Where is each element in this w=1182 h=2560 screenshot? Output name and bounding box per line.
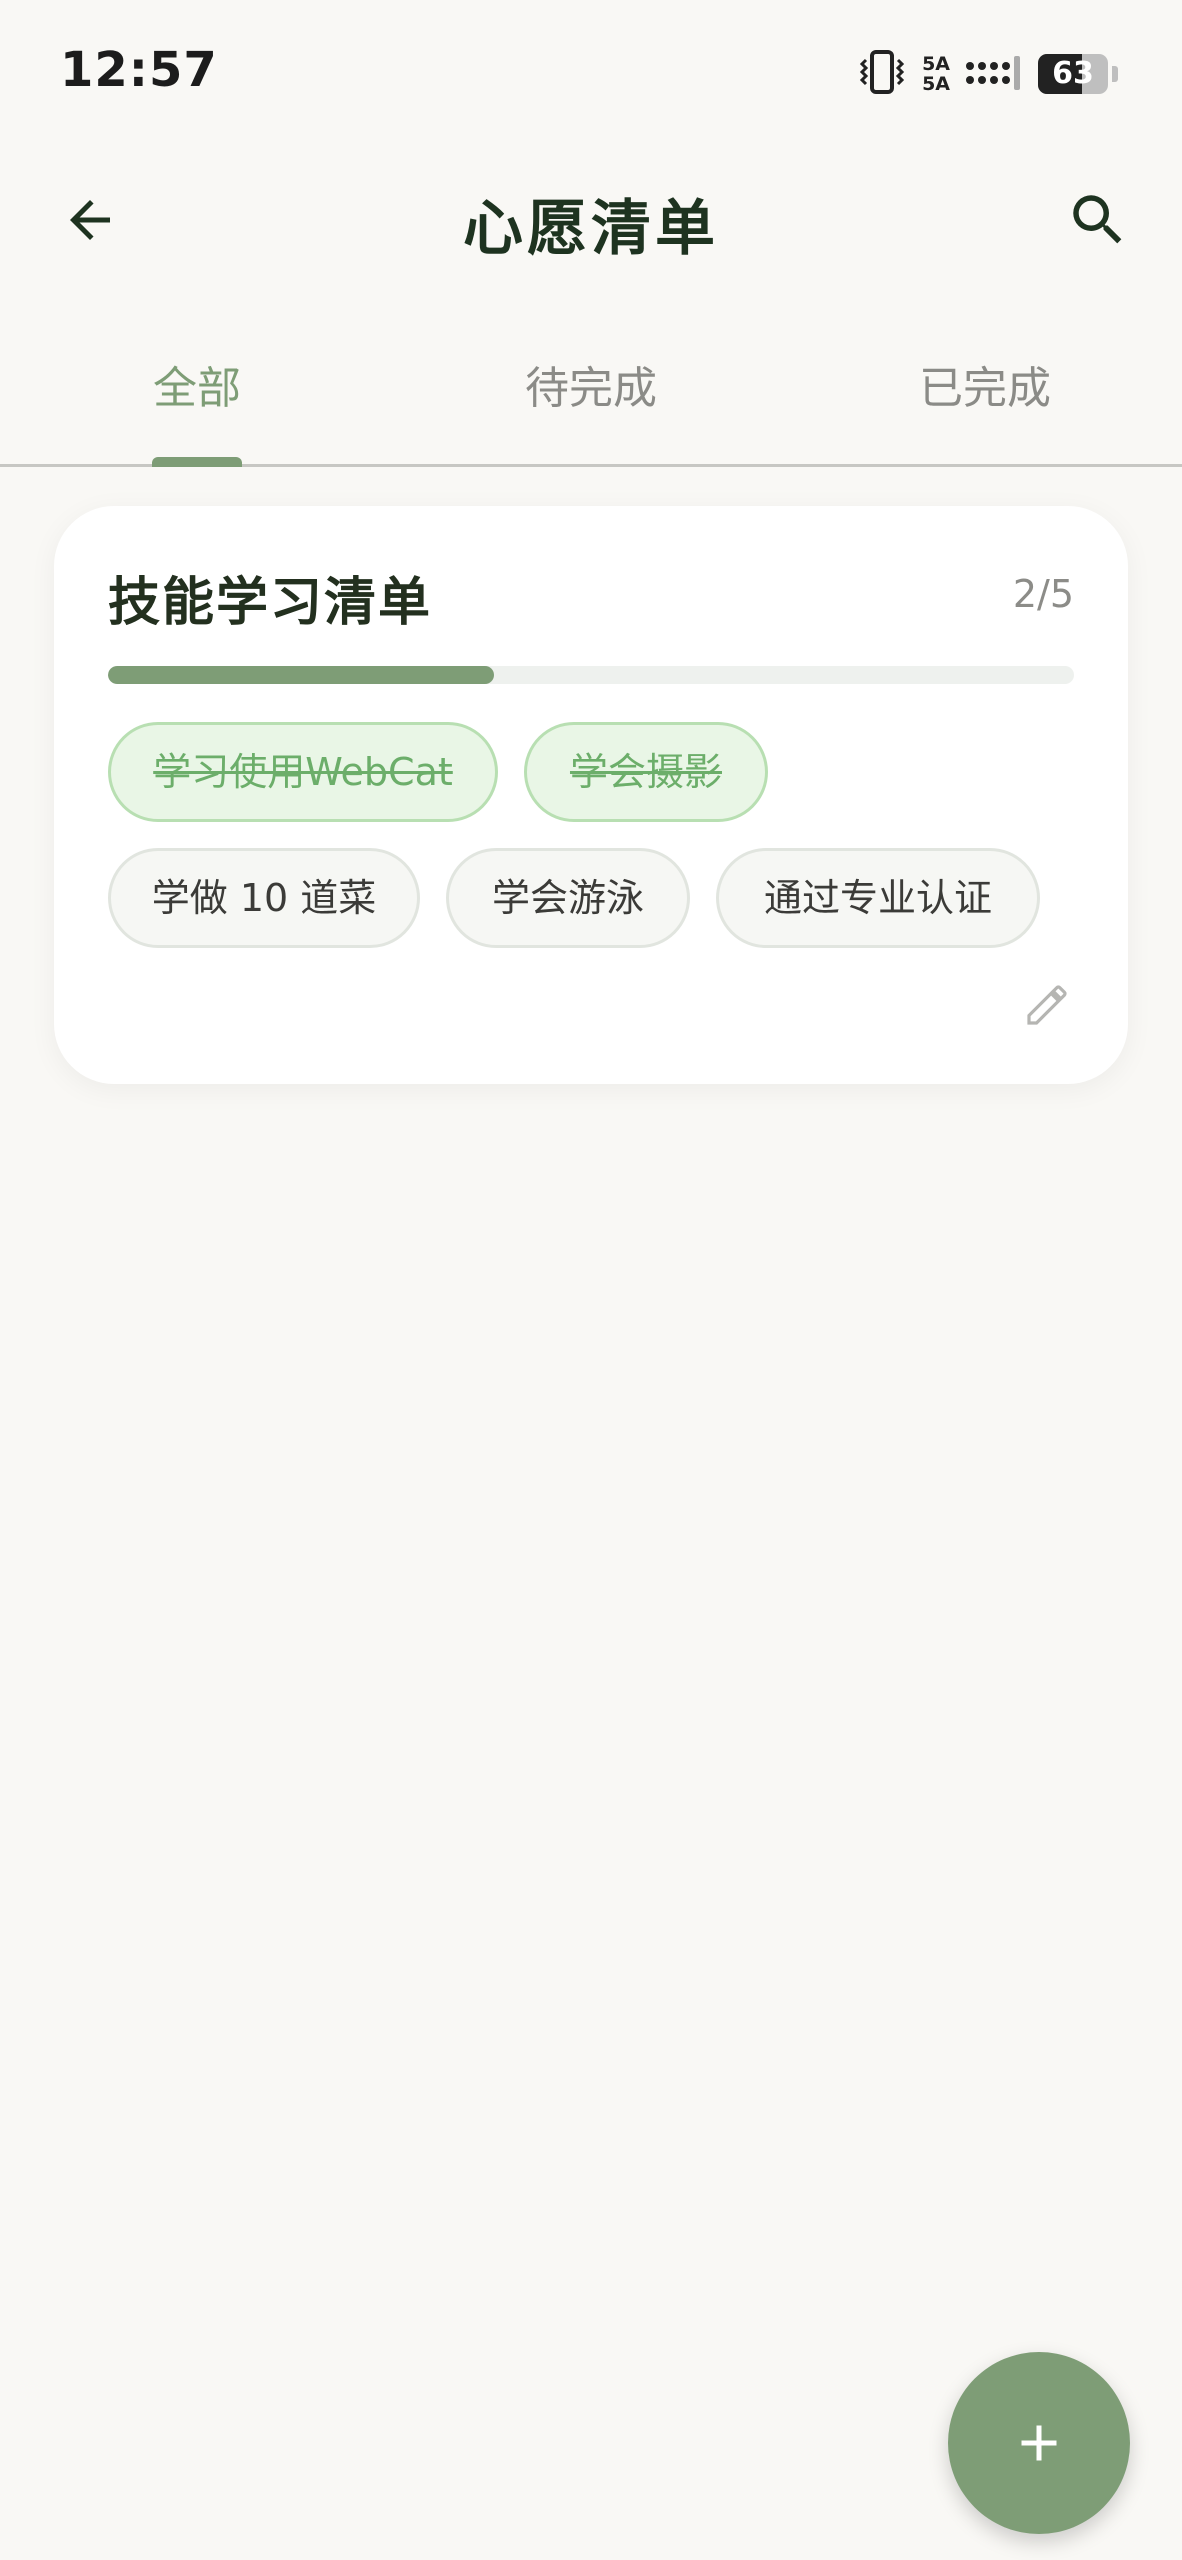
tab-pending[interactable]: 待完成 [394, 352, 788, 416]
network-type-label: 5A 5A [922, 53, 950, 95]
signal-icon [964, 52, 1024, 96]
battery-tip [1112, 66, 1118, 82]
progress-bar [108, 666, 1074, 684]
page-title: 心愿清单 [463, 194, 719, 264]
tab-indicator [152, 457, 242, 467]
status-time: 12:57 [60, 42, 218, 98]
tab-bar: 全部 待完成 已完成 [0, 330, 1182, 467]
card-title: 技能学习清单 [108, 573, 433, 633]
plus-icon [1021, 2425, 1057, 2461]
wishlist-card[interactable]: 技能学习清单 2/5 学习使用WebCat 学会摄影 学做 10 道菜 学会游泳… [54, 506, 1128, 1084]
battery-level: 63 [1052, 56, 1094, 91]
wish-item-chip[interactable]: 学做 10 道菜 [108, 848, 420, 948]
search-icon [1073, 195, 1122, 244]
wish-item-chip[interactable]: 学会摄影 [524, 722, 768, 822]
search-button[interactable] [1058, 180, 1138, 260]
progress-fill [108, 666, 495, 684]
wish-item-chip[interactable]: 学会游泳 [446, 848, 690, 948]
tab-completed[interactable]: 已完成 [788, 352, 1182, 416]
vibrate-icon [856, 50, 908, 98]
progress-count: 2/5 [1012, 572, 1074, 616]
edit-button[interactable] [1020, 978, 1074, 1032]
wish-item-chip[interactable]: 通过专业认证 [716, 848, 1040, 948]
battery-icon: 63 [1038, 54, 1108, 94]
status-bar: 12:57 5A 5A 63 [0, 0, 1182, 150]
wish-item-chip[interactable]: 学习使用WebCat [108, 722, 498, 822]
add-wish-button[interactable] [948, 2352, 1130, 2534]
app-bar: 心愿清单 [0, 160, 1182, 280]
status-icons: 5A 5A 63 [856, 50, 1118, 98]
pencil-icon [1027, 985, 1067, 1025]
tab-all[interactable]: 全部 [0, 352, 394, 416]
